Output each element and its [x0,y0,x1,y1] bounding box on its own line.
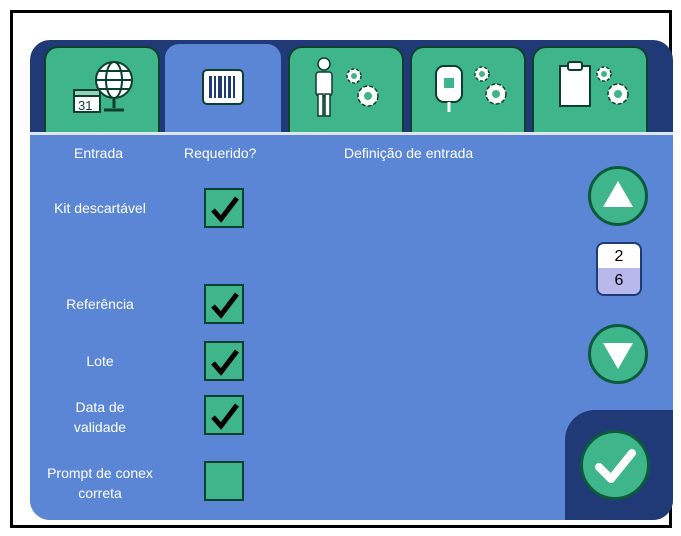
calendar-globe-icon: 31 [73,61,133,113]
tab-bag-gears[interactable] [410,46,526,132]
triangle-down-icon [603,343,633,369]
scroll-up-button[interactable] [588,166,648,226]
row-label-line1: Data de [75,399,125,415]
column-header-requerido: Requerido? [184,145,257,161]
person-gears-icon [315,57,379,117]
row-label-kit-descartavel: Kit descartável [54,200,146,216]
checkbox-referencia[interactable] [204,284,244,324]
settings-panel: 31 Entrada Requerido? Definição de entra… [30,40,673,520]
scroll-down-button[interactable] [588,324,648,384]
row-label-line2: correta [78,485,122,501]
current-page: 2 [598,244,640,268]
check-icon [211,196,239,223]
check-icon [211,292,239,319]
tab-clipboard-gears[interactable] [532,46,648,132]
page-indicator: 2 6 [596,242,642,296]
tab-person-gears[interactable] [288,46,404,132]
row-label-prompt-conex: Prompt de conex correta [40,463,160,503]
column-header-entrada: Entrada [74,145,124,161]
checkbox-data-validade[interactable] [204,395,244,435]
column-header-definicao: Definição de entrada [344,145,474,161]
tab-calendar-globe[interactable]: 31 [44,46,160,132]
row-label-lote: Lote [86,353,114,369]
row-label-line2: validade [73,419,127,435]
confirm-button[interactable] [580,430,650,500]
checkmark-icon [595,449,636,483]
bag-gears-icon [435,65,507,112]
svg-text:31: 31 [78,98,92,113]
row-label-line1: Prompt de conex [47,465,153,481]
checkbox-prompt-conex[interactable] [204,461,244,501]
triangle-up-icon [603,181,633,207]
row-label-referencia: Referência [66,296,134,312]
barcode-icon [202,69,244,105]
check-icon [211,349,239,376]
tab-barcode[interactable] [165,44,281,140]
checkbox-kit-descartavel[interactable] [204,188,244,228]
checkbox-lote[interactable] [204,341,244,381]
row-label-data-validade: Data de validade [40,397,160,437]
total-pages: 6 [598,268,640,294]
clipboard-gears-icon [559,61,629,107]
check-icon [211,403,239,430]
